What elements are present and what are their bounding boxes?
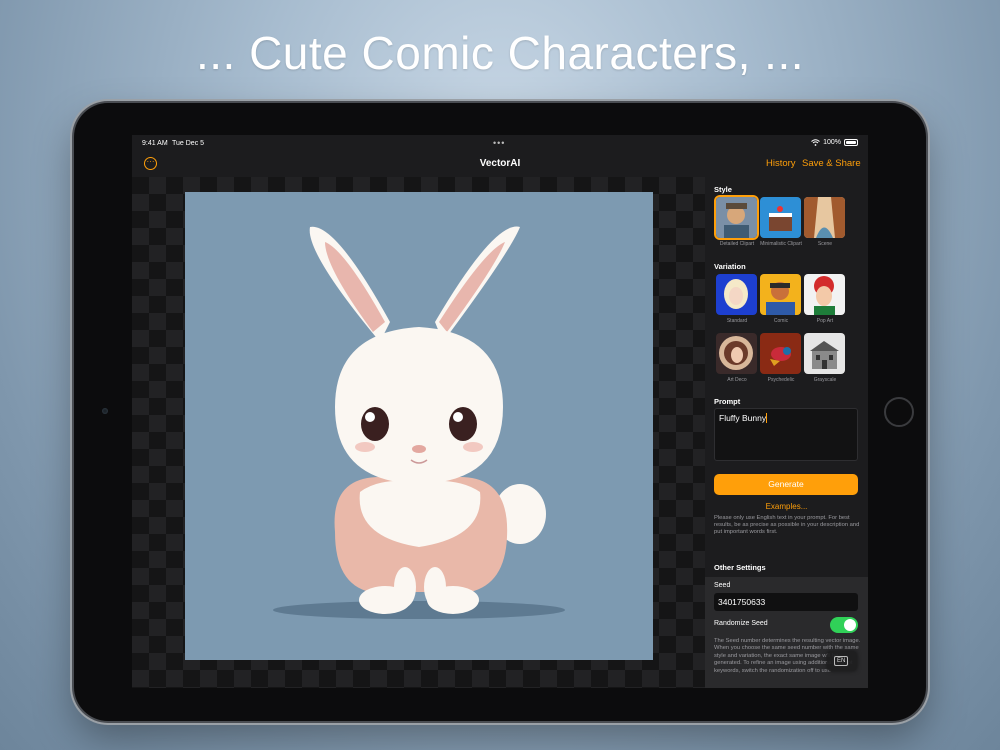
save-share-button[interactable]: Save & Share — [802, 158, 861, 169]
style-minimalistic-clipart[interactable] — [760, 197, 801, 238]
variation-pop-art-label: Pop Art — [816, 318, 834, 324]
generate-button[interactable]: Generate — [714, 474, 858, 495]
headline: ... Cute Comic Characters, ... — [195, 27, 805, 79]
prompt-section-label: Prompt — [714, 397, 741, 406]
randomize-seed-label: Randomize Seed — [714, 620, 768, 627]
style-minimalistic-clipart-label: Minimalistic Clipart — [760, 241, 802, 247]
variation-standard[interactable] — [716, 274, 757, 315]
examples-link[interactable]: Examples... — [705, 502, 868, 511]
settings-sidebar: Style Detailed Clipart Minimalistic Clip… — [705, 177, 868, 688]
variation-art-deco-label: Art Deco — [727, 377, 747, 383]
style-detailed-clipart[interactable] — [716, 197, 757, 238]
variation-standard-label: Standard — [726, 318, 748, 324]
bunny-illustration — [273, 226, 565, 619]
status-time: 9:41 AM — [142, 140, 168, 147]
prompt-text: Fluffy Bunny — [719, 413, 767, 423]
multitasking-dots-icon[interactable]: ••• — [493, 138, 505, 148]
status-bar: 9:41 AM Tue Dec 5 ••• 100% — [132, 135, 868, 153]
nav-bar: ··· VectorAI History Save & Share — [132, 153, 868, 177]
seed-label: Seed — [714, 582, 731, 589]
battery-icon — [844, 139, 858, 146]
variation-comic-label: Comic — [773, 318, 789, 324]
randomize-seed-toggle[interactable] — [830, 617, 858, 633]
variation-comic[interactable] — [760, 274, 801, 315]
home-button[interactable] — [884, 397, 914, 427]
app-title: VectorAI — [479, 158, 521, 169]
variation-section-label: Variation — [714, 262, 746, 271]
variation-art-deco[interactable] — [716, 333, 757, 374]
keyboard-language-indicator: EN — [827, 651, 857, 671]
style-scene[interactable] — [804, 197, 845, 238]
wifi-icon — [811, 139, 820, 146]
camera — [102, 408, 108, 414]
variation-psychedelic-label: Psychedelic — [767, 377, 795, 383]
variation-pop-art[interactable] — [804, 274, 845, 315]
style-detailed-clipart-label: Detailed Clipart — [719, 241, 755, 247]
app-screen: 9:41 AM Tue Dec 5 ••• 100% ··· VectorAI … — [132, 135, 868, 688]
history-button[interactable]: History — [766, 158, 796, 169]
battery-percent: 100% — [823, 139, 841, 146]
status-date: Tue Dec 5 — [172, 140, 205, 147]
style-section-label: Style — [714, 185, 732, 194]
variation-grayscale[interactable] — [804, 333, 845, 374]
style-scene-label: Scene — [817, 241, 833, 247]
variation-psychedelic[interactable] — [760, 333, 801, 374]
canvas-area — [132, 177, 705, 688]
variation-grayscale-label: Grayscale — [813, 377, 837, 383]
keyboard-language-label: EN — [834, 656, 849, 666]
other-settings-label: Other Settings — [714, 563, 766, 572]
generated-image[interactable] — [185, 192, 653, 660]
text-caret — [766, 413, 768, 423]
seed-field[interactable]: 3401750633 — [714, 593, 858, 611]
prompt-hint: Please only use English text in your pro… — [714, 515, 860, 535]
prompt-input[interactable]: Fluffy Bunny — [714, 408, 858, 461]
